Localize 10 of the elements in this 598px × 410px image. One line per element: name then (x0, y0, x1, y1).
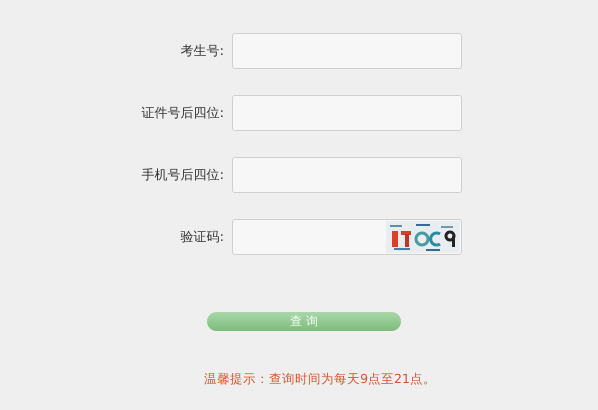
field-label: 考生号: (180, 43, 225, 60)
notice-text: 温馨提示：查询时间为每天9点至21点。 (203, 371, 437, 388)
query-button[interactable]: 查 询 (207, 312, 401, 331)
input-field[interactable] (232, 33, 462, 69)
field-label: 手机号后四位: (140, 167, 225, 184)
field-label: 证件号后四位: (140, 105, 225, 122)
input-field[interactable] (232, 219, 462, 255)
input-field[interactable] (232, 95, 462, 131)
field-label: 验证码: (180, 229, 225, 246)
input-field[interactable] (232, 157, 462, 193)
